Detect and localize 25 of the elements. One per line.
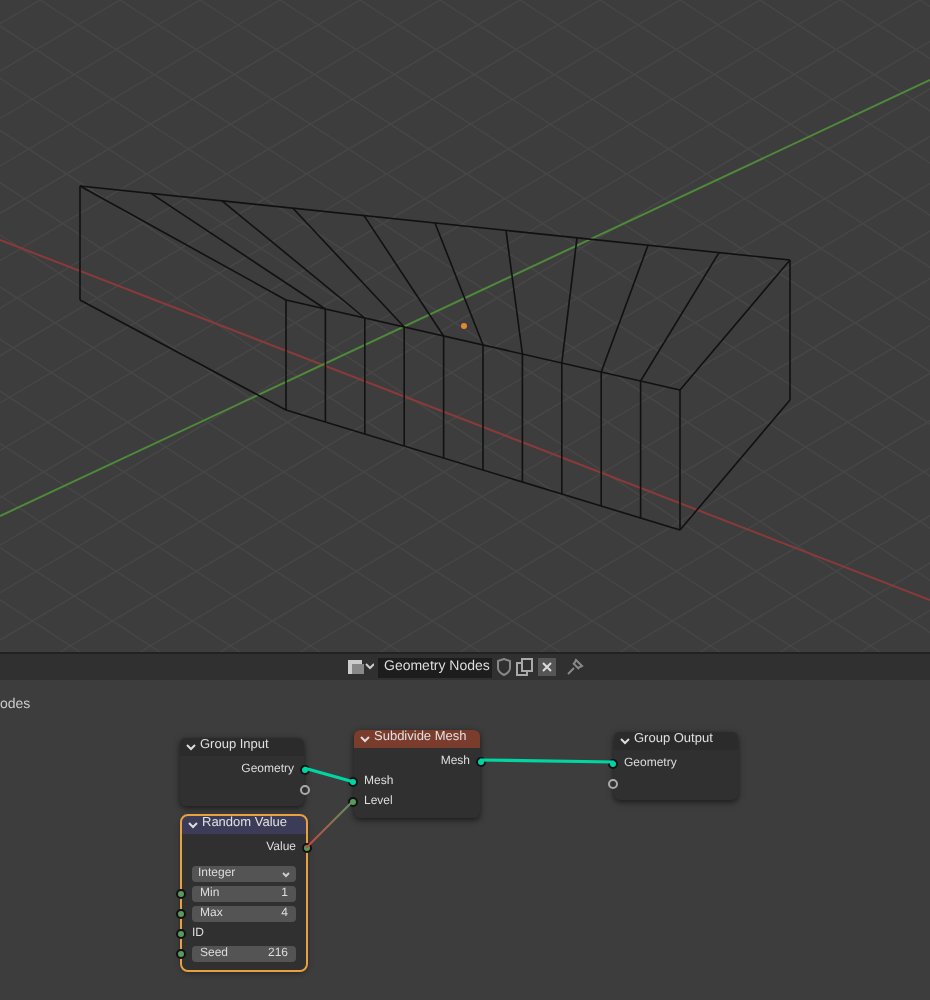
socket-icon[interactable] <box>348 777 358 787</box>
duplicate-icon[interactable] <box>516 658 534 676</box>
socket-icon[interactable] <box>176 929 186 939</box>
socket-icon[interactable] <box>608 779 618 789</box>
pin-icon[interactable] <box>566 658 584 676</box>
node-link <box>303 766 355 784</box>
close-icon[interactable] <box>538 658 556 676</box>
socket-icon[interactable] <box>608 759 618 769</box>
node-editor-icon[interactable] <box>346 658 374 676</box>
collapse-icon[interactable] <box>186 743 196 751</box>
node-link <box>305 799 355 849</box>
collapse-icon[interactable] <box>620 737 630 745</box>
socket-icon[interactable] <box>348 797 358 807</box>
shield-icon[interactable] <box>496 658 512 676</box>
socket-icon[interactable] <box>300 765 310 775</box>
chevron-down-icon <box>282 871 290 877</box>
socket-icon[interactable] <box>176 909 186 919</box>
collapse-icon[interactable] <box>188 821 198 829</box>
socket-icon[interactable] <box>176 949 186 959</box>
socket-icon[interactable] <box>300 785 310 795</box>
socket-icon[interactable] <box>302 843 312 853</box>
socket-icon[interactable] <box>176 889 186 899</box>
origin-icon <box>461 323 467 329</box>
socket-icon[interactable] <box>476 757 486 767</box>
collapse-icon[interactable] <box>360 735 370 743</box>
